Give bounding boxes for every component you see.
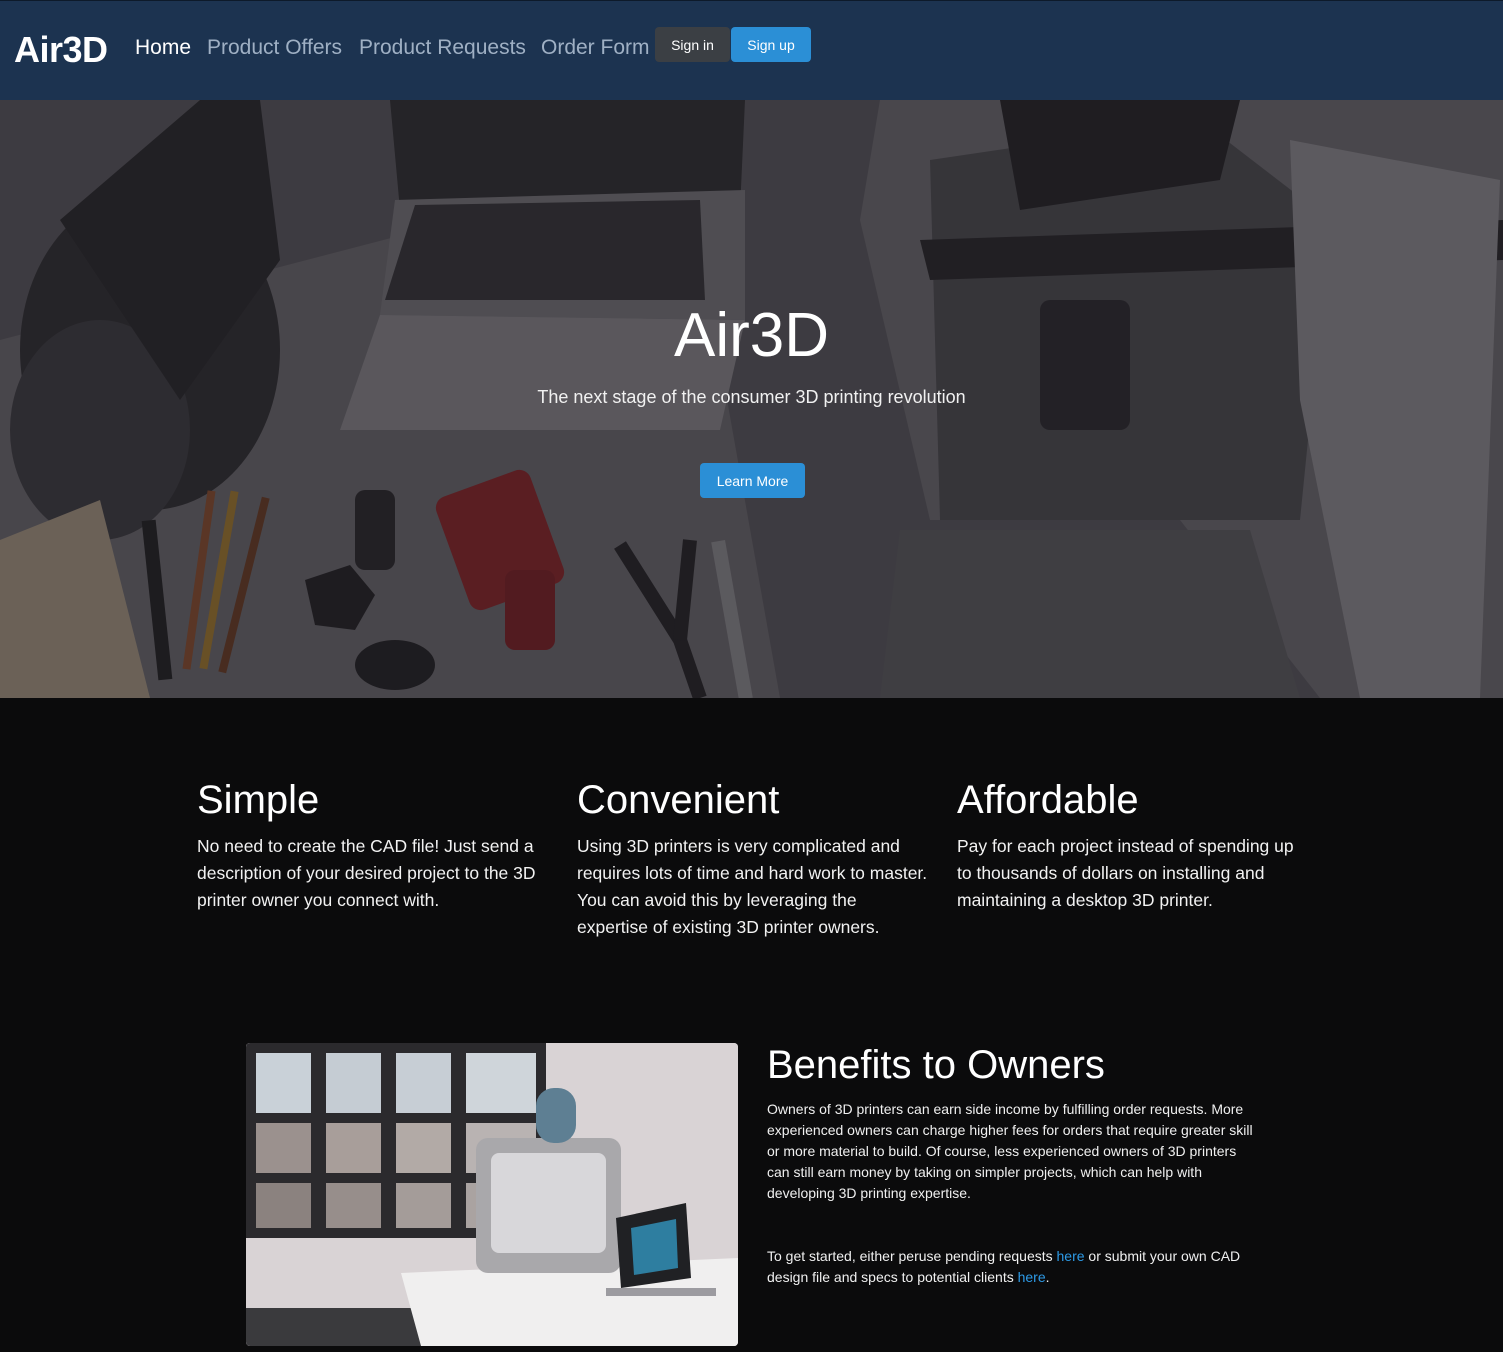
hero-subtitle: The next stage of the consumer 3D printi… — [537, 387, 966, 407]
get-started-text: To get started, either peruse pending re… — [767, 1248, 1057, 1264]
feature-text: No need to create the CAD file! Just sen… — [197, 836, 536, 910]
get-started-end: . — [1045, 1269, 1050, 1285]
printer-photo-image — [246, 1043, 738, 1346]
feature-text: Using 3D printers is very complicated an… — [577, 836, 928, 937]
nav-link-product-offers[interactable]: Product Offers — [207, 36, 342, 60]
feature-title: Simple — [197, 778, 320, 822]
feature-simple: Simple No need to create the CAD file! J… — [197, 778, 552, 914]
hero-banner: Air3D The next stage of the consumer 3D … — [0, 100, 1503, 698]
nav-link-product-requests[interactable]: Product Requests — [359, 36, 526, 60]
feature-title: Affordable — [957, 778, 1139, 822]
hero-title: Air3D — [673, 301, 830, 370]
sign-up-button[interactable]: Sign up — [731, 27, 811, 62]
feature-text: Pay for each project instead of spending… — [957, 836, 1294, 910]
learn-more-button[interactable]: Learn More — [700, 463, 805, 498]
top-navbar: Air3D Home Product Offers Product Reques… — [0, 0, 1503, 100]
feature-convenient: Convenient Using 3D printers is very com… — [577, 778, 932, 941]
nav-link-order-form[interactable]: Order Form — [541, 36, 650, 60]
printer-photo — [246, 1043, 738, 1346]
feature-title: Convenient — [577, 778, 780, 822]
feature-affordable: Affordable Pay for each project instead … — [957, 778, 1312, 914]
nav-link-home[interactable]: Home — [135, 36, 191, 60]
brand-logo[interactable]: Air3D — [14, 29, 108, 71]
requests-link[interactable]: here — [1057, 1248, 1085, 1264]
benefits-paragraph: Owners of 3D printers can earn side inco… — [767, 1101, 1253, 1201]
submit-cad-link[interactable]: here — [1018, 1269, 1046, 1285]
benefits-title: Benefits to Owners — [767, 1043, 1105, 1087]
sign-in-button[interactable]: Sign in — [655, 27, 730, 62]
benefits-get-started: To get started, either peruse pending re… — [767, 1246, 1257, 1288]
